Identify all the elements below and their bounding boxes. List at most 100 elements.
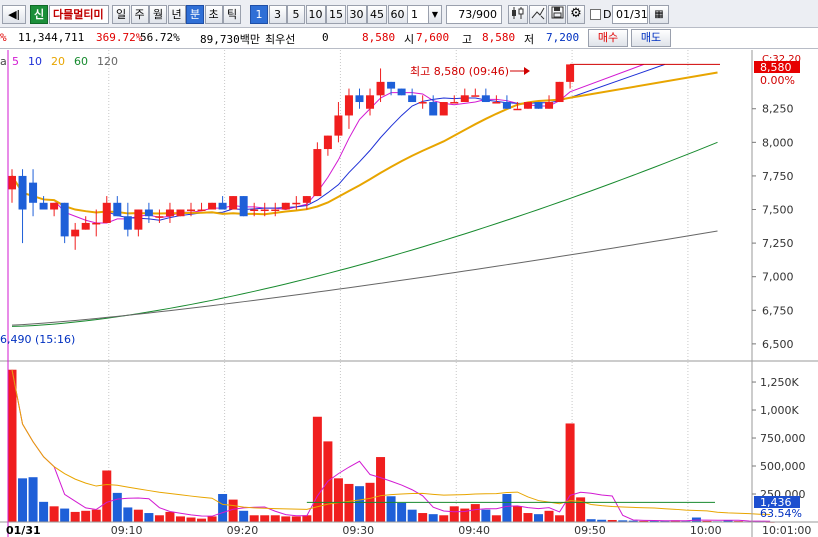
volume-tick-label: 500,000 [760,460,806,473]
gear-icon[interactable]: ⚙ [567,5,585,24]
legend-prefix: a [0,55,7,68]
period-button-0[interactable]: 일 [112,5,130,24]
period-button-1[interactable]: 주 [130,5,149,24]
candle [229,196,238,210]
volume-bar [491,515,501,522]
sell-button[interactable]: 매도 [631,29,671,47]
interval-select-value: 1 [411,8,418,21]
amount-value: 89,730백만 [200,33,260,46]
volume-bar [481,509,491,522]
candle [176,209,185,217]
period-button-2[interactable]: 월 [149,5,167,24]
volume-bar [165,511,175,522]
volume-bar [154,515,164,522]
volume-bar [376,457,386,522]
volume-bar [333,478,343,522]
candle [555,81,564,103]
interval-button-10[interactable]: 10 [305,5,326,24]
volume-bar [439,515,449,522]
legend-ma-20: 20 [51,55,65,68]
price-tick-label: 7,750 [762,170,794,183]
price-chart[interactable]: 6,500 6,750 7,000 7,250 7,500 7,750 8,000 8,250… [0,50,818,537]
volume-bar [49,506,59,522]
save-icon[interactable] [548,5,566,24]
volume-bar [39,501,49,522]
volume-bar [534,514,543,522]
low-label: 저 [524,33,535,46]
right-time-label: 10:01:00 [762,524,811,537]
price-tick-label: 7,500 [762,204,794,217]
legend-ma-10: 10 [28,55,42,68]
volume-bar [544,510,554,522]
date-field[interactable]: 01/31 [612,5,648,24]
volume-bar [112,492,122,522]
volume-bar [28,477,38,522]
candle [313,142,322,197]
time-tick-label: 10:00 [690,524,722,537]
volume-bar [133,509,143,522]
volume-bar [186,517,196,522]
price-tick-label: 6,500 [762,338,794,351]
volume-ratio-label: 63.54% [760,507,802,520]
data-count-field[interactable]: 73/900 [446,5,502,24]
volume-bar [523,513,533,522]
interval-button-3[interactable]: 3 [268,5,287,24]
volume-bar [449,506,459,522]
interval-button-30[interactable]: 30 [346,5,367,24]
turnover-ratio-value: 56.72% [140,31,180,44]
volume-bar [70,511,80,522]
volume-tick-label: 750,000 [760,432,806,445]
legend-ma-5: 5 [12,55,19,68]
volume-bar [407,509,417,522]
volume-tick-label: 1,000K [760,404,799,417]
volume-bar [7,369,17,522]
high-label: 고 [462,33,473,46]
volume-bar [249,515,259,522]
volume-bar [270,515,280,522]
calendar-icon[interactable]: ▦ [649,5,669,24]
stock-name-field[interactable]: 다믈멀티미 [49,5,109,24]
price-tick-label: 8,000 [762,136,794,149]
volume-bar [91,509,101,522]
interval-button-1[interactable]: 1 [250,5,268,24]
chevron-down-icon[interactable]: ▼ [428,5,442,24]
volume-bar [60,508,70,522]
price-tick-label: 8,250 [762,103,794,116]
cross-icon[interactable] [529,5,547,24]
volume-bar [354,486,364,522]
low-value: 7,200 [546,31,580,44]
candle [239,196,248,217]
current-price-label: 8,580 [760,61,792,74]
volume-bar [197,518,207,522]
volume-bar [555,515,565,522]
candle [439,102,448,116]
date-label: 01/31 [6,524,41,537]
volume-bar [102,470,112,522]
interval-button-5[interactable]: 5 [287,5,305,24]
buy-button[interactable]: 매수 [588,29,628,47]
legend-ma-60: 60 [74,55,88,68]
interval-button-15[interactable]: 15 [326,5,346,24]
prefer-value: 0 [322,31,329,44]
volume-bar [207,516,217,522]
period-button-5[interactable]: 초 [204,5,223,24]
period-button-3[interactable]: 년 [167,5,186,24]
date-checkbox-label: D [603,8,612,21]
volume-bar [418,513,428,522]
interval-button-60[interactable]: 60 [387,5,408,24]
volume-bar [18,478,28,522]
interval-select[interactable]: 1 [407,5,429,24]
candle [534,102,543,109]
code-search-button[interactable]: 신 [30,5,48,24]
date-checkbox[interactable] [590,9,601,20]
period-button-4[interactable]: 분 [186,5,204,24]
candle-icon[interactable] [508,5,528,24]
volume-bar [502,494,512,522]
volume-bar [175,516,185,522]
speaker-icon[interactable]: ◀ǀ [2,5,26,24]
volume-bar [260,515,270,522]
volume-bar [81,510,91,522]
interval-button-45[interactable]: 45 [367,5,387,24]
period-button-6[interactable]: 틱 [223,5,241,24]
volume-ratio-value: 369.72% [96,31,143,44]
